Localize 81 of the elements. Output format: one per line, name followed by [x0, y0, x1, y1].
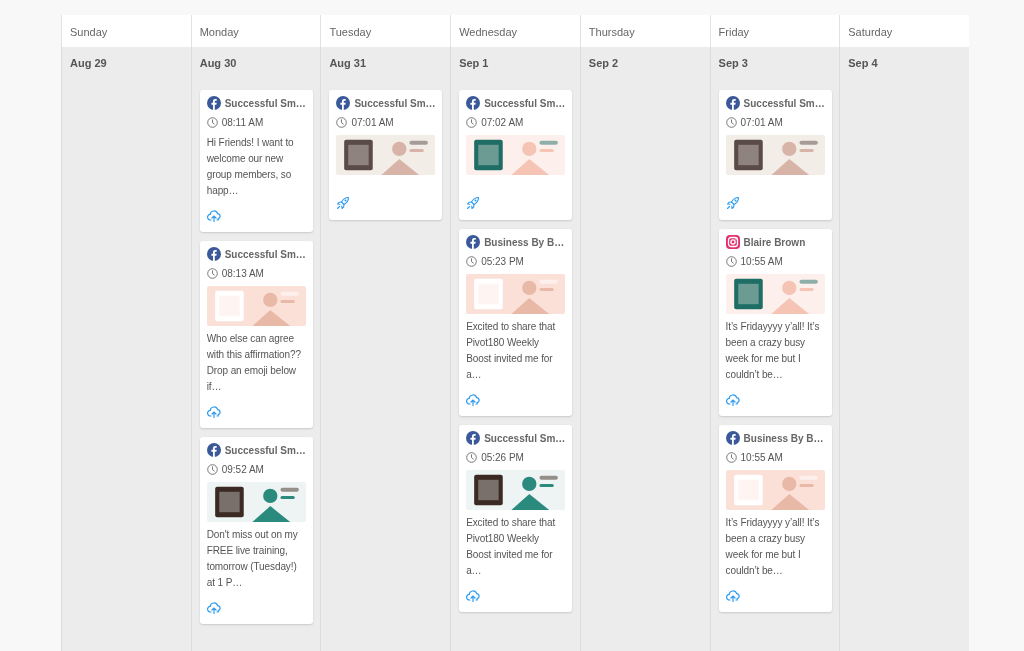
date-label: Sep 3 [718, 56, 748, 71]
clock-icon [336, 116, 348, 128]
date-label: Aug 31 [329, 56, 367, 71]
date-label: Aug 29 [70, 56, 107, 71]
post-time: 07:01 AM [351, 115, 394, 130]
post-time: 07:02 AM [481, 115, 524, 130]
post-time: 09:52 AM [221, 462, 264, 477]
instagram-icon [725, 235, 740, 249]
clock-icon [725, 451, 737, 463]
cloud-upload-icon [725, 392, 740, 406]
date-label: Aug 30 [199, 56, 237, 71]
post-time: 07:01 AM [740, 115, 783, 130]
post-time: 10:55 AM [740, 450, 783, 465]
cloud-upload-icon [206, 404, 221, 418]
account-name: Successful Sm… [484, 431, 566, 446]
date-label: Sep 2 [588, 56, 619, 71]
clock-icon [206, 116, 218, 128]
facebook-icon [466, 96, 481, 110]
post-card[interactable]: Successful Sm… 07:02 AM [459, 89, 573, 220]
account-name: Successful Sm… [484, 96, 566, 111]
clock-icon [466, 451, 478, 463]
post-time: 10:55 AM [740, 254, 783, 269]
account-name: Blaire Brown [743, 235, 806, 250]
weekday-label: Thursday [588, 26, 635, 38]
cloud-upload-icon [206, 208, 221, 222]
facebook-icon [725, 96, 740, 110]
post-text: It’s Fridayyyy y’all! It’s been a crazy busy week for me but I couldn’t be… [725, 319, 821, 382]
clock-icon [725, 255, 737, 267]
account-name: Successful Sm… [354, 96, 436, 111]
cloud-upload-icon [466, 392, 481, 406]
post-text: Don't miss out on my FREE live training, tomorrow (Tuesday!) at 1 P… [206, 527, 299, 590]
post-card[interactable]: Successful Sm… 05:26 PM Excited to share that Pivot180 Weekly Boost invited me for a… [459, 424, 573, 612]
facebook-icon [466, 235, 481, 249]
weekday-label: Tuesday [329, 26, 372, 38]
date-label: Sep 4 [848, 56, 878, 71]
post-text: Hi Friends! I want to welcome our new group members, so happ… [206, 135, 295, 198]
post-card[interactable]: Successful Sm… 08:11 AM Hi Friends! I want to welcome our new group members, so happ… [199, 89, 313, 232]
facebook-icon [206, 247, 221, 261]
post-text: Excited to share that Pivot180 Weekly Boost invited me for a… [466, 319, 557, 382]
facebook-icon [336, 96, 351, 110]
account-name: Successful Sm… [224, 443, 306, 458]
post-card[interactable]: Successful Sm… 07:01 AM [329, 89, 443, 220]
account-name: Successful Sm… [224, 96, 306, 111]
cloud-upload-icon [725, 588, 740, 602]
weekday-label: Friday [718, 26, 750, 38]
facebook-icon [206, 443, 221, 457]
account-name: Successful Sm… [224, 247, 306, 262]
account-name: Business By B… [743, 431, 824, 446]
post-time: 08:11 AM [221, 115, 264, 130]
post-text: Excited to share that Pivot180 Weekly Boost invited me for a… [466, 515, 557, 578]
cloud-upload-icon [206, 600, 221, 614]
post-text: It’s Fridayyyy y’all! It’s been a crazy busy week for me but I couldn’t be… [725, 515, 821, 578]
date-label: Sep 1 [459, 56, 489, 71]
post-card[interactable]: Successful Sm… 09:52 AM Don't miss out on my FREE live training, tomorrow (Tuesday!) at 1 P… [199, 436, 313, 624]
weekday-label: Monday [199, 26, 239, 38]
rocket-icon [466, 196, 481, 211]
rocket-icon [725, 196, 740, 211]
post-text: Who else can agree with this affirmation?? Drop an emoji below if… [206, 331, 302, 394]
weekday-label: Wednesday [459, 26, 518, 38]
facebook-icon [206, 96, 221, 110]
post-card[interactable]: Business By B… 05:23 PM Excited to share that Pivot180 Weekly Boost invited me for a… [459, 228, 573, 416]
clock-icon [206, 463, 218, 475]
facebook-icon [466, 431, 481, 445]
weekday-label: Sunday [70, 26, 108, 38]
post-card[interactable]: Blaire Brown 10:55 AM It’s Fridayyyy y’all! It’s been a crazy busy week for me but I couldn’t be… [718, 228, 832, 416]
clock-icon [466, 116, 478, 128]
weekday-label: Saturday [848, 26, 893, 38]
post-time: 05:23 PM [481, 254, 524, 269]
post-card[interactable]: Business By B… 10:55 AM It’s Fridayyyy y’all! It’s been a crazy busy week for me but I couldn’t be… [718, 424, 832, 612]
account-name: Successful Sm… [743, 96, 825, 111]
post-card[interactable]: Successful Sm… 08:13 AM Who else can agree with this affirmation?? Drop an emoji below if… [199, 240, 313, 428]
account-name: Business By B… [484, 235, 565, 250]
post-card[interactable]: Successful Sm… 07:01 AM [718, 89, 832, 220]
post-time: 05:26 PM [481, 450, 524, 465]
clock-icon [466, 255, 478, 267]
clock-icon [725, 116, 737, 128]
clock-icon [206, 267, 218, 279]
rocket-icon [336, 196, 351, 211]
cloud-upload-icon [466, 588, 481, 602]
post-time: 08:13 AM [221, 266, 264, 281]
facebook-icon [725, 431, 740, 445]
